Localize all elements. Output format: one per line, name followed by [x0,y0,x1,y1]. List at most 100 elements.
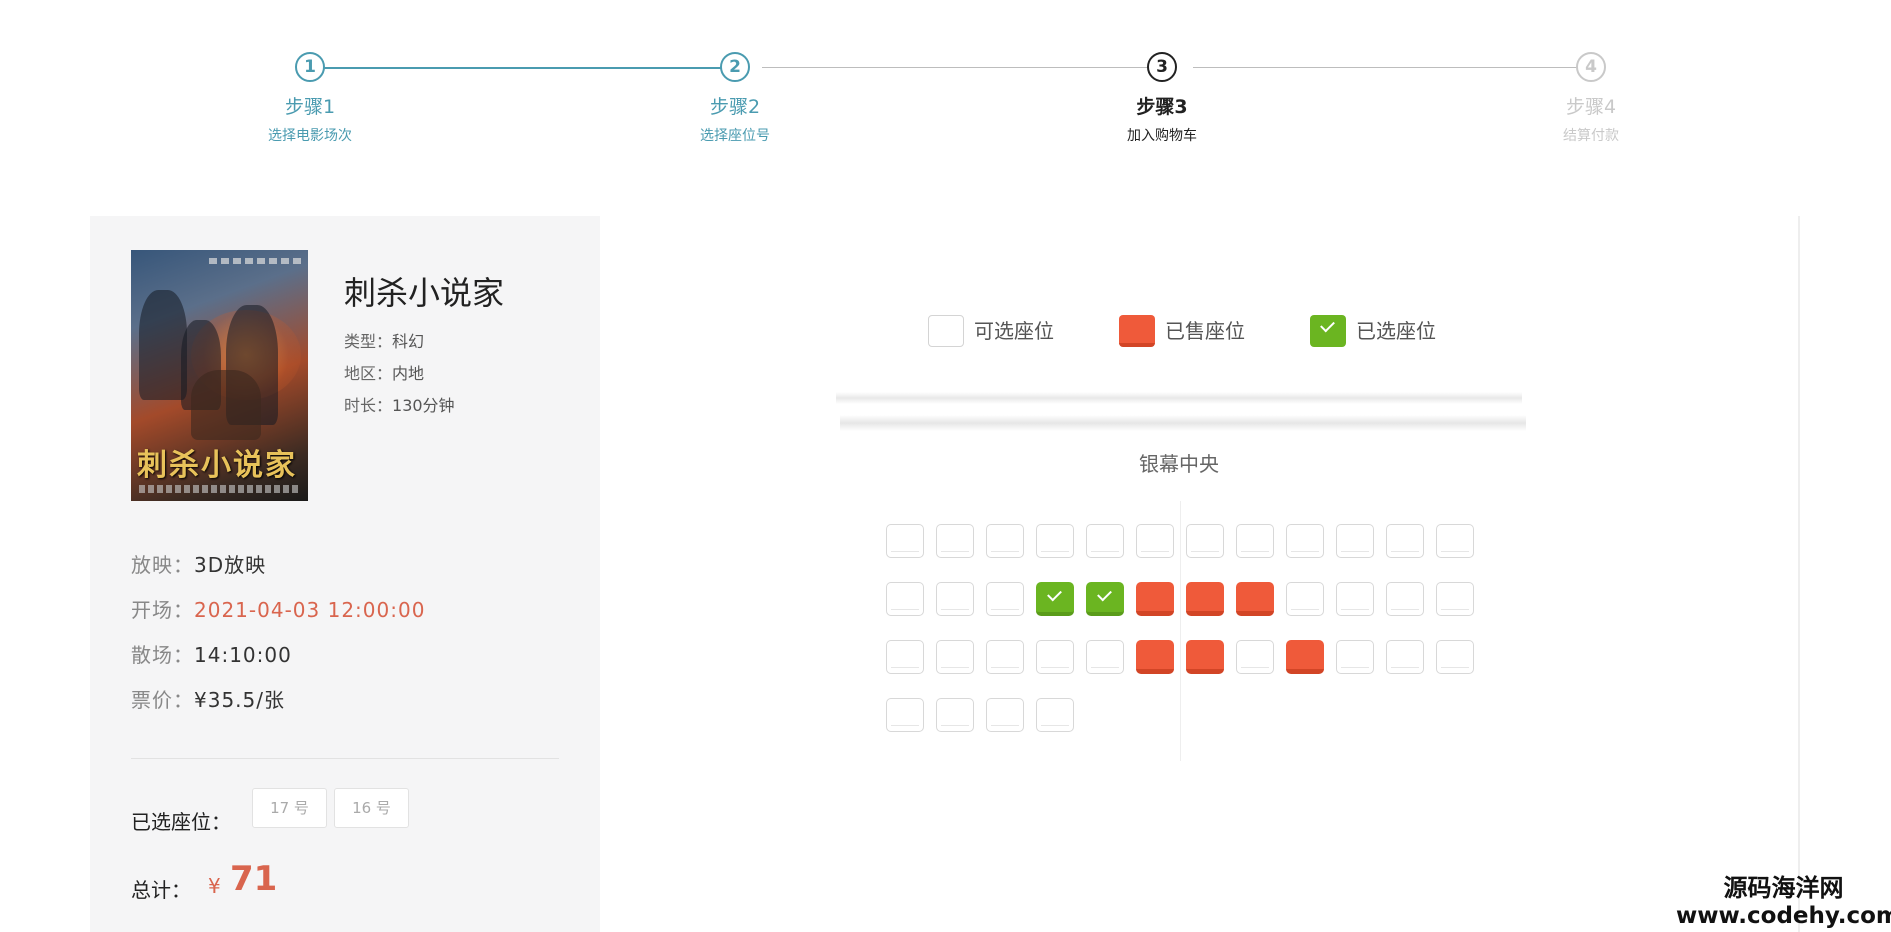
seat-empty[interactable] [1336,524,1374,558]
selected-seat-tag[interactable]: 17 号 [252,788,327,828]
seat-empty[interactable] [1086,640,1124,674]
seat-empty[interactable] [886,640,924,674]
format-value: 3D放映 [194,553,267,577]
check-icon [1320,317,1335,333]
step-4-subtitle: 结算付款 [1563,128,1619,144]
seat-sold [1236,582,1274,616]
seat-empty[interactable] [1186,524,1224,558]
total-label: 总计： [131,878,191,902]
movie-type-value: 科幻 [392,332,425,351]
poster-figure [139,290,187,400]
step-1-title: 步骤1 [284,96,336,118]
seat-empty[interactable] [986,640,1024,674]
seat-empty[interactable] [936,640,974,674]
seat-empty[interactable] [1136,524,1174,558]
price-value: ¥35.5/张 [194,688,285,712]
seat-empty[interactable] [936,524,974,558]
seat-empty[interactable] [886,524,924,558]
sold-seat-icon [1119,315,1155,347]
available-seat-icon [928,315,964,347]
seat-empty[interactable] [986,524,1024,558]
step-4-number: 4 [1576,52,1606,82]
start-label: 开场： [131,598,194,622]
end-value: 14:10:00 [194,643,292,667]
showing-format: 放映：3D放映 [131,549,266,578]
step-2-subtitle: 选择座位号 [700,128,770,144]
selected-seats-label: 已选座位： [131,810,231,834]
movie-duration-label: 时长： [344,396,393,415]
seat-empty[interactable] [1036,524,1074,558]
start-value: 2021-04-03 12:00:00 [194,598,426,622]
check-icon [1097,586,1112,602]
seat-sold [1136,640,1174,674]
step-3-title: 步骤3 [1136,96,1188,118]
cinema-screen-shadow [840,415,1526,431]
poster-credits-top [209,258,303,264]
movie-poster: 刺杀小说家 [131,250,308,501]
selected-seat-tag[interactable]: 16 号 [334,788,409,828]
step-1-number: 1 [295,52,325,82]
movie-region-label: 地区： [344,364,393,383]
seat-empty[interactable] [1036,640,1074,674]
seat-empty[interactable] [1336,640,1374,674]
seat-selected[interactable] [1086,582,1124,616]
seat-empty[interactable] [1436,640,1474,674]
step-3[interactable]: 3 步骤3 加入购物车 [1062,52,1262,145]
seat-empty[interactable] [1286,524,1324,558]
seat-empty[interactable] [1236,640,1274,674]
showing-start: 开场：2021-04-03 12:00:00 [131,594,425,623]
movie-region: 地区：内地 [344,360,424,384]
seat-empty[interactable] [1236,524,1274,558]
legend-selected-label: 已选座位 [1356,319,1436,343]
legend-sold-label: 已售座位 [1165,319,1245,343]
seat-sold [1286,640,1324,674]
seat-empty[interactable] [1286,582,1324,616]
poster-title: 刺杀小说家 [137,448,297,483]
screen-label: 银幕中央 [1139,452,1219,476]
cinema-screen [836,392,1522,404]
movie-info-panel: 刺杀小说家 刺杀小说家 类型：科幻 地区：内地 时长：130分钟 放映：3D放映… [90,216,600,932]
end-label: 散场： [131,643,194,667]
seat-empty[interactable] [1336,582,1374,616]
movie-type-label: 类型： [344,332,393,351]
seat-grid [886,524,1486,764]
seat-sold [1186,582,1224,616]
step-2-number: 2 [720,52,750,82]
seat-empty[interactable] [1436,582,1474,616]
divider [131,758,559,759]
seat-empty[interactable] [936,582,974,616]
step-1[interactable]: 1 步骤1 选择电影场次 [210,52,410,145]
seat-empty[interactable] [886,698,924,732]
check-icon [1047,586,1062,602]
seat-empty[interactable] [1386,524,1424,558]
watermark: 源码海洋网 www.codehy.com [1676,874,1891,930]
total-currency: ¥ [208,874,221,898]
showing-price: 票价：¥35.5/张 [131,684,285,713]
format-label: 放映： [131,553,194,577]
step-3-number: 3 [1147,52,1177,82]
step-1-subtitle: 选择电影场次 [268,128,352,144]
movie-type: 类型：科幻 [344,328,424,352]
step-progress: 1 步骤1 选择电影场次 2 步骤2 选择座位号 3 步骤3 加入购物车 4 步… [0,0,1891,170]
seat-empty[interactable] [986,698,1024,732]
seat-sold [1186,640,1224,674]
selected-seat-icon [1310,315,1346,347]
seat-empty[interactable] [1386,640,1424,674]
seat-empty[interactable] [1036,698,1074,732]
seat-empty[interactable] [936,698,974,732]
seat-empty[interactable] [886,582,924,616]
seat-empty[interactable] [1436,524,1474,558]
price-label: 票价： [131,688,194,712]
poster-credits-bottom [139,485,299,493]
step-2[interactable]: 2 步骤2 选择座位号 [635,52,835,145]
movie-duration: 时长：130分钟 [344,392,455,416]
step-4: 4 步骤4 结算付款 [1491,52,1691,145]
movie-title: 刺杀小说家 [344,274,505,312]
seat-empty[interactable] [986,582,1024,616]
movie-duration-value: 130分钟 [392,396,455,415]
total-value: 71 [230,859,278,899]
seat-selected[interactable] [1036,582,1074,616]
poster-figure [191,370,261,440]
seat-empty[interactable] [1386,582,1424,616]
seat-empty[interactable] [1086,524,1124,558]
